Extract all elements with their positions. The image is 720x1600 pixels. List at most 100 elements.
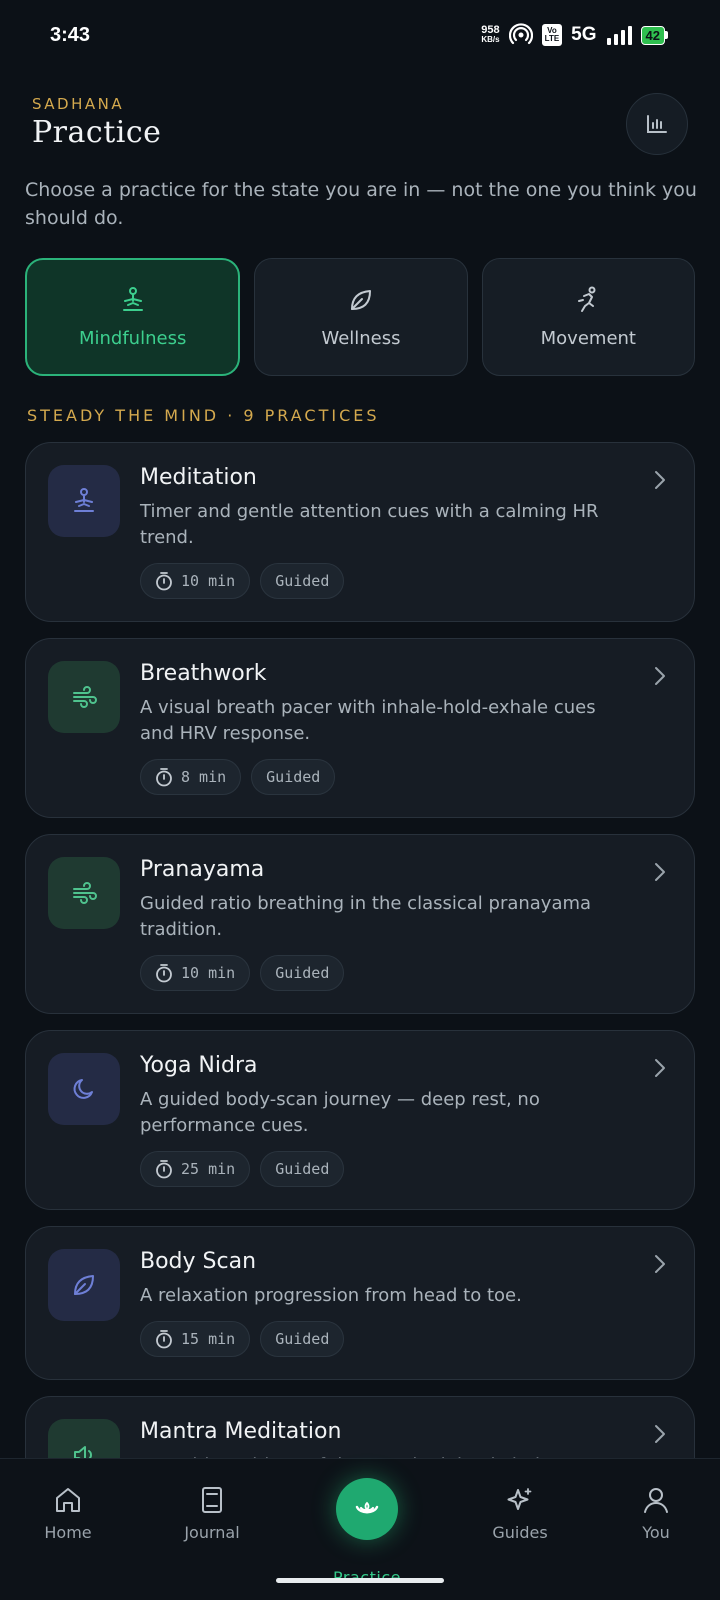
- journal-icon: [202, 1487, 222, 1513]
- duration-label: 15 min: [181, 1330, 236, 1348]
- type-chip: Guided: [260, 955, 345, 991]
- timer-icon: [156, 1330, 172, 1349]
- tab-wellness[interactable]: Wellness: [254, 258, 468, 376]
- nav-home[interactable]: Home: [18, 1485, 118, 1542]
- nav-label: You: [642, 1523, 670, 1542]
- nav-label: Guides: [492, 1523, 548, 1542]
- hotspot-icon: [508, 23, 533, 45]
- chevron-right-icon: [655, 1425, 665, 1443]
- nav-practice-button[interactable]: [336, 1478, 398, 1540]
- practice-title: Body Scan: [140, 1249, 257, 1274]
- volte-icon: Vo LTE: [541, 24, 563, 46]
- page-title: Practice: [32, 115, 162, 150]
- lotus-icon: [355, 1501, 379, 1514]
- chevron-right-icon: [655, 471, 665, 489]
- section-label: STEADY THE MIND · 9 PRACTICES: [27, 406, 380, 425]
- practice-title: Pranayama: [140, 857, 265, 882]
- nav-label: Journal: [184, 1523, 240, 1542]
- type-label: Guided: [266, 768, 321, 786]
- card-icon-tile: [48, 465, 120, 537]
- leaf-icon: [350, 289, 371, 310]
- home-icon: [56, 1488, 80, 1512]
- practice-chips: 10 min Guided: [140, 955, 345, 991]
- network-speed-unit: KB/s: [481, 35, 500, 44]
- wind-icon: [73, 882, 97, 904]
- duration-chip: 10 min: [140, 955, 251, 991]
- battery-icon: 42: [640, 25, 668, 45]
- intro-text: Choose a practice for the state you are …: [25, 179, 697, 229]
- timer-icon: [156, 768, 172, 787]
- network-speed-value: 958: [481, 24, 500, 36]
- practice-title: Meditation: [140, 465, 257, 490]
- chevron-right-icon: [655, 1059, 665, 1077]
- battery-level: 42: [640, 25, 665, 45]
- stats-button[interactable]: [626, 93, 688, 155]
- practice-card-body-scan[interactable]: Body Scan A relaxation progression from …: [25, 1226, 695, 1380]
- practice-chips: 25 min Guided: [140, 1151, 345, 1187]
- nav-journal[interactable]: Journal: [162, 1485, 262, 1542]
- user-icon: [644, 1488, 668, 1513]
- practice-description: A visual breath pacer with inhale-hold-e…: [140, 697, 596, 744]
- tab-label: Movement: [540, 327, 636, 349]
- duration-label: 10 min: [181, 572, 236, 590]
- duration-label: 25 min: [181, 1160, 236, 1178]
- type-chip: Guided: [260, 1321, 345, 1357]
- practice-card-pranayama[interactable]: Pranayama Guided ratio breathing in the …: [25, 834, 695, 1014]
- type-chip: Guided: [251, 759, 336, 795]
- sparkle-icon: [507, 1488, 532, 1510]
- type-chip: Guided: [260, 563, 345, 599]
- status-icons: 958 KB/s Vo LTE 5G 42: [481, 23, 668, 47]
- practice-chips: 10 min Guided: [140, 563, 345, 599]
- practice-description: A guided body-scan journey — deep rest, …: [140, 1089, 540, 1136]
- type-chip: Guided: [260, 1151, 345, 1187]
- type-label: Guided: [275, 572, 330, 590]
- practice-title: Breathwork: [140, 661, 267, 686]
- type-label: Guided: [275, 1160, 330, 1178]
- wind-icon: [73, 686, 97, 708]
- moon-icon: [73, 1079, 93, 1099]
- meditation-icon: [122, 286, 143, 311]
- duration-chip: 15 min: [140, 1321, 251, 1357]
- nav-you[interactable]: You: [606, 1485, 706, 1542]
- nav-guides[interactable]: Guides: [470, 1485, 570, 1542]
- practice-chips: 15 min Guided: [140, 1321, 345, 1357]
- type-label: Guided: [275, 964, 330, 982]
- duration-label: 10 min: [181, 964, 236, 982]
- practice-description: Guided ratio breathing in the classical …: [140, 893, 592, 940]
- category-tabs: Mindfulness Wellness Movement: [25, 258, 695, 376]
- timer-icon: [156, 1160, 172, 1179]
- practice-card-breathwork[interactable]: Breathwork A visual breath pacer with in…: [25, 638, 695, 818]
- chevron-right-icon: [655, 667, 665, 685]
- tab-movement[interactable]: Movement: [481, 258, 695, 376]
- duration-label: 8 min: [181, 768, 227, 786]
- leaf-icon: [74, 1275, 94, 1295]
- chevron-right-icon: [655, 1255, 665, 1273]
- duration-chip: 25 min: [140, 1151, 251, 1187]
- network-type: 5G: [571, 24, 597, 45]
- bar-chart-icon: [647, 115, 667, 133]
- chevron-right-icon: [655, 863, 665, 881]
- card-icon-tile: [48, 661, 120, 733]
- practice-card-yoga-nidra[interactable]: Yoga Nidra A guided body-scan journey — …: [25, 1030, 695, 1210]
- card-icon-tile: [48, 857, 120, 929]
- home-indicator: [276, 1578, 444, 1583]
- type-label: Guided: [275, 1330, 330, 1348]
- running-icon: [578, 286, 596, 312]
- card-icon-tile: [48, 1249, 120, 1321]
- practice-card-meditation[interactable]: Meditation Timer and gentle attention cu…: [25, 442, 695, 622]
- network-speed: 958 KB/s: [481, 25, 499, 45]
- app-eyebrow: SADHANA: [32, 95, 125, 113]
- practice-title: Yoga Nidra: [140, 1053, 258, 1078]
- timer-icon: [156, 964, 172, 983]
- practice-description: A relaxation progression from head to to…: [140, 1285, 522, 1306]
- duration-chip: 10 min: [140, 563, 251, 599]
- nav-label: Home: [44, 1523, 92, 1542]
- meditation-icon: [74, 488, 94, 512]
- status-time: 3:43: [50, 23, 91, 46]
- page-header: SADHANA Practice: [32, 95, 161, 150]
- timer-icon: [156, 572, 172, 591]
- practice-chips: 8 min Guided: [140, 759, 336, 795]
- tab-mindfulness[interactable]: Mindfulness: [25, 258, 241, 376]
- signal-icon: [606, 26, 632, 45]
- tab-label: Wellness: [321, 327, 401, 349]
